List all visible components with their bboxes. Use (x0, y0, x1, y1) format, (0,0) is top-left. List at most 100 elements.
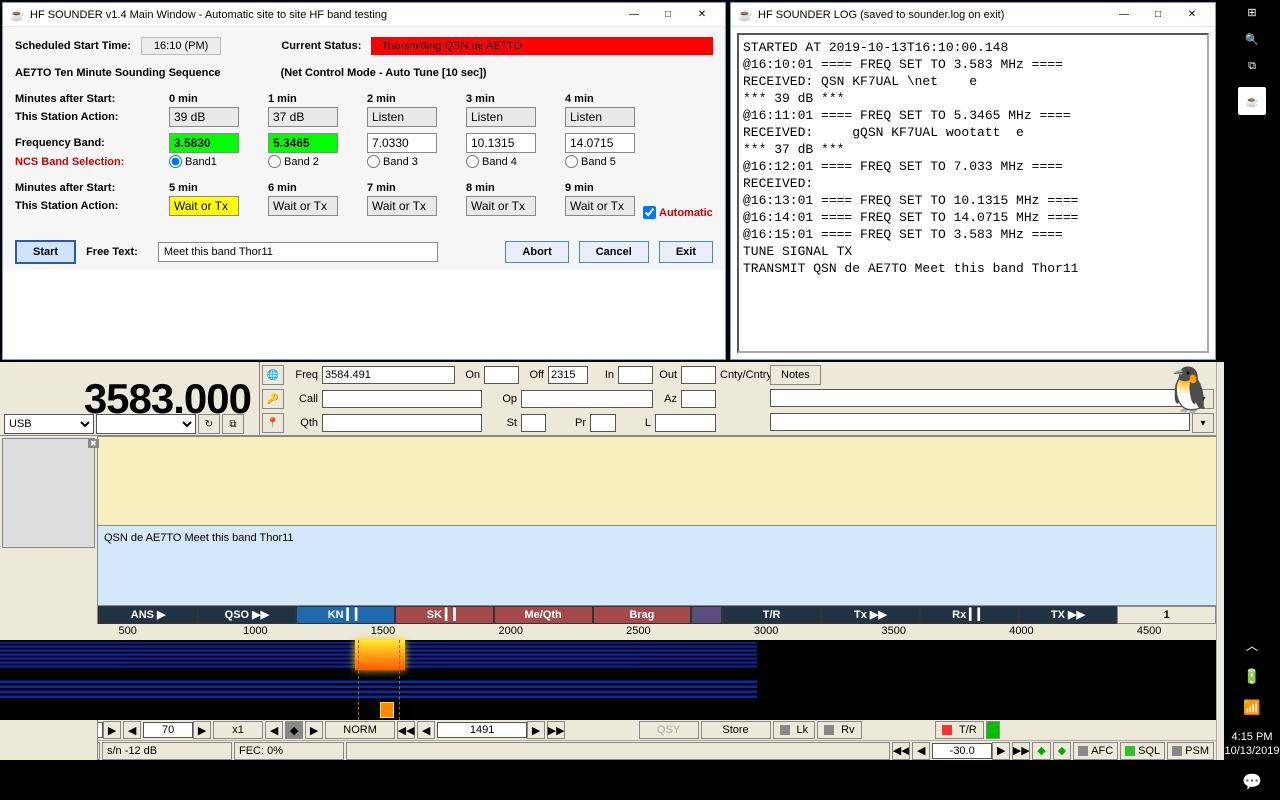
macro-bar: CQ ▶| ANS ▶ QSO ▶▶ KN ▎▎ SK ▎▎ Me/Qth Br… (0, 606, 1216, 624)
qth-input[interactable] (322, 414, 482, 432)
current-status-value: Transmitting QSN de AE7TO (371, 37, 713, 55)
bw-select[interactable] (96, 414, 196, 434)
key-icon[interactable]: 🔑 (262, 389, 284, 409)
band-4-radio[interactable]: Band 4 (466, 155, 561, 168)
freq-0[interactable]: 3.5830 (169, 133, 239, 153)
sql-button[interactable]: SQL (1120, 742, 1165, 760)
pin-icon[interactable]: 📍 (262, 413, 284, 433)
off-input[interactable] (548, 366, 588, 384)
macro-brag[interactable]: Brag (593, 606, 692, 624)
log-maximize-button[interactable]: □ (1141, 4, 1175, 26)
freq-input[interactable] (322, 366, 455, 384)
start-icon[interactable]: ⊞ (1247, 6, 1256, 19)
clock[interactable]: 4:15 PM 10/13/2019 (1224, 730, 1279, 758)
qsy-button[interactable]: QSY (639, 721, 699, 739)
wf-spd-right[interactable]: ▶ (193, 721, 211, 739)
db-val-0[interactable]: 39 dB (169, 107, 239, 127)
band-2-radio[interactable]: Band 2 (268, 155, 363, 168)
wifi-icon[interactable]: 📶 (1243, 699, 1260, 716)
ncs-label: NCS Band Selection: (15, 156, 165, 168)
wf-spd-input[interactable] (143, 722, 193, 738)
az-input[interactable] (681, 390, 716, 408)
notes-tab[interactable]: Notes (770, 365, 821, 385)
log-minimize-button[interactable]: ― (1107, 4, 1141, 26)
macro-tr[interactable]: T/R (722, 606, 821, 624)
copy-icon[interactable]: ⧉ (222, 414, 244, 434)
macro-sk[interactable]: SK ▎▎ (395, 606, 494, 624)
mode-select[interactable]: USB (4, 414, 94, 434)
band-1-radio[interactable]: Band1 (169, 155, 264, 168)
afc-button[interactable]: AFC (1073, 742, 1118, 760)
long-input-1[interactable] (770, 389, 1190, 407)
macro-tx2[interactable]: TX ▶▶ (1019, 606, 1118, 624)
st-input[interactable] (521, 414, 546, 432)
search-icon[interactable]: 🔍 (1245, 33, 1259, 46)
macro-tx[interactable]: Tx ▶▶ (821, 606, 920, 624)
wf-zoom[interactable]: x1 (213, 721, 263, 739)
freq-1[interactable]: 5.3465 (268, 133, 338, 153)
band-3-radio[interactable]: Band 3 (367, 155, 462, 168)
macro-kn[interactable]: KN ▎▎ (296, 606, 395, 624)
maximize-button[interactable]: □ (651, 4, 685, 26)
wf-center-input[interactable] (437, 722, 527, 738)
station-action-label-2: This Station Action: (15, 200, 165, 212)
psm-button[interactable]: PSM (1167, 742, 1214, 760)
on-input[interactable] (484, 366, 519, 384)
pr-input[interactable] (590, 414, 616, 432)
wf-mode[interactable]: NORM (325, 721, 395, 739)
globe-icon[interactable]: 🌐 (262, 365, 284, 385)
automatic-checkbox[interactable]: Automatic (643, 206, 713, 219)
rv-button[interactable]: Rv (817, 721, 861, 739)
macro-page[interactable]: 1 (1117, 606, 1216, 624)
diamond-1[interactable]: ◆ (1032, 742, 1050, 760)
in-input[interactable] (618, 366, 653, 384)
abort-button[interactable]: Abort (505, 241, 568, 263)
minimize-button[interactable]: ― (617, 4, 651, 26)
java-icon: ☕ (9, 7, 25, 23)
wf-controls: WF ◀ ▶ ◀ ▶ x1 ◀ ◆ ▶ NORM ◀◀ ◀ ▶ ▶▶ QSY S… (0, 720, 1216, 740)
long-input-2[interactable] (770, 413, 1190, 431)
refresh-icon[interactable]: ↻ (198, 414, 220, 434)
wait-0[interactable]: Wait or Tx (169, 196, 239, 216)
log-close-button[interactable]: ✕ (1175, 4, 1209, 26)
freq-3[interactable]: 10.1315 (466, 133, 536, 153)
afc-gain[interactable] (932, 743, 992, 759)
call-input[interactable] (322, 390, 482, 408)
battery-icon[interactable]: 🔋 (1243, 668, 1260, 685)
cancel-button[interactable]: Cancel (579, 241, 649, 263)
app-java-icon[interactable]: ☕ (1238, 87, 1266, 115)
diamond-2[interactable]: ◆ (1053, 742, 1071, 760)
out-input[interactable] (681, 366, 716, 384)
taskview-icon[interactable]: ⧉ (1248, 60, 1256, 73)
java-icon: ☕ (737, 7, 753, 23)
band-5-radio[interactable]: Band 5 (565, 155, 660, 168)
freq-2[interactable]: 7.0330 (367, 133, 437, 153)
wf-lvl-right[interactable]: ▶ (103, 721, 121, 739)
op-input[interactable] (521, 390, 653, 408)
tray-up-icon[interactable]: ︿ (1246, 637, 1258, 654)
db-val-4[interactable]: Listen (565, 107, 635, 127)
lk-button[interactable]: Lk (773, 721, 816, 739)
macro-qso[interactable]: QSO ▶▶ (198, 606, 297, 624)
tx-pane[interactable]: QSN de AE7TO Meet this band Thor11 (98, 526, 1216, 606)
wf-spd-left[interactable]: ◀ (123, 721, 141, 739)
macro-rx[interactable]: Rx ▎▎ (920, 606, 1019, 624)
l-input[interactable] (655, 414, 716, 432)
free-text-input[interactable] (158, 242, 438, 262)
notification-icon[interactable]: 💬 (1242, 772, 1262, 792)
db-val-1[interactable]: 37 dB (268, 107, 338, 127)
tr-button[interactable]: T/R (935, 721, 984, 739)
macro-ans[interactable]: ANS ▶ (99, 606, 198, 624)
exit-button[interactable]: Exit (659, 241, 713, 263)
close-button[interactable]: ✕ (685, 4, 719, 26)
freq-4[interactable]: 14.0715 (565, 133, 635, 153)
db-val-2[interactable]: Listen (367, 107, 437, 127)
db-val-3[interactable]: Listen (466, 107, 536, 127)
log-text-area[interactable]: STARTED AT 2019-10-13T16:10:00.148 @16:1… (737, 33, 1209, 353)
store-button[interactable]: Store (701, 721, 771, 739)
waterfall[interactable]: 500 1000 1500 2000 2500 3000 3500 4000 4… (0, 624, 1216, 720)
rx-pane[interactable]: ✖ (98, 436, 1216, 526)
macro-meqth[interactable]: Me/Qth (494, 606, 593, 624)
windows-taskbar: ⊞ 🔍 ⧉ ☕ ︿ 🔋 📶 4:15 PM 10/13/2019 💬 (1224, 0, 1280, 800)
start-button[interactable]: Start (15, 240, 76, 264)
